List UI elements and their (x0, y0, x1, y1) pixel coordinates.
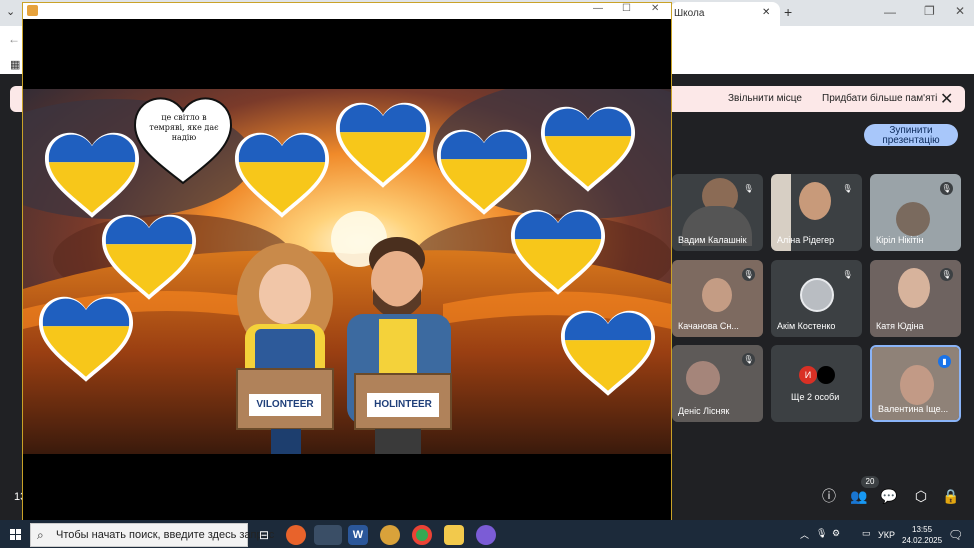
restore-icon[interactable]: ❐ (924, 4, 935, 18)
task-view-icon[interactable]: ⊟ (254, 525, 274, 545)
chrome-icon[interactable] (412, 525, 432, 545)
participant-tile[interactable]: 🎙 Аліна Рідегер (771, 174, 862, 251)
language-indicator[interactable]: УКР (878, 530, 895, 540)
app-icon[interactable] (380, 525, 400, 545)
search-placeholder: Чтобы начать поиск, введите здесь запрос (56, 529, 275, 541)
tray-chevron-icon[interactable]: ︿ (800, 528, 809, 541)
tab-school[interactable]: Школа ✕ (670, 2, 780, 26)
close-icon[interactable]: ✕ (955, 4, 965, 18)
windows-start-icon[interactable] (10, 528, 22, 546)
file-explorer-icon[interactable] (444, 525, 464, 545)
participant-tile[interactable]: ▮ Валентина Іще... (870, 345, 961, 422)
tab-search-icon[interactable]: ⌄ (6, 5, 15, 18)
participant-tile[interactable]: 🎙 Вадим Калашнік (672, 174, 763, 251)
network-icon[interactable]: ⚙ (832, 528, 840, 539)
info-icon[interactable]: ⓘ (818, 485, 840, 507)
volunteer-girl (236, 243, 334, 454)
banner-close-icon[interactable]: ✕ (940, 89, 953, 109)
participant-tile[interactable]: И Ще 2 особи (771, 345, 862, 422)
mic-off-icon: 🎙 (940, 268, 953, 281)
slide: це світло в темряві, яке дає надію VILON… (23, 89, 671, 454)
slide-illustration (23, 89, 671, 454)
chat-icon[interactable]: 💬 (878, 485, 900, 507)
free-space-button[interactable]: Звільнити місце (728, 93, 802, 104)
participant-name: Валентина Іще... (878, 404, 949, 414)
viber-icon[interactable] (476, 525, 496, 545)
back-icon[interactable]: ← (8, 32, 20, 46)
participant-name: Акім Костенко (777, 321, 836, 331)
mic-off-icon: 🎙 (841, 182, 854, 195)
participant-name: Ще 2 особи (791, 392, 840, 402)
participant-tile[interactable]: 🎙 Кіріл Нікітін (870, 174, 961, 251)
avatar: И (799, 366, 817, 384)
stop-presentation-button[interactable]: Зупинити презентацію (864, 124, 958, 146)
clock-time: 13:55 (912, 525, 933, 534)
firefox-icon[interactable] (286, 525, 306, 545)
box-label-left: VILONTEER (256, 399, 314, 410)
apps-icon[interactable]: ▦ (10, 58, 20, 71)
app-icon (27, 5, 38, 16)
clock-date: 24.02.2025 (902, 536, 943, 545)
avatar (817, 366, 835, 384)
notifications-icon[interactable]: 🗨 (948, 528, 963, 542)
close-icon[interactable]: ✕ (651, 3, 659, 14)
participant-name: Деніс Лісняк (678, 406, 730, 416)
participant-name: Катя Юдіна (876, 321, 924, 331)
slideshow-window: — ☐ ✕ це світло в темряві, яке дає надію… (22, 2, 672, 521)
avatar (800, 278, 834, 312)
slideshow-titlebar: — ☐ ✕ (23, 3, 671, 19)
meet-controls: ⓘ 👥 💬 ⬡ 🔒 (810, 485, 970, 511)
tab-label: Школа (674, 8, 705, 19)
activities-icon[interactable]: ⬡ (910, 485, 932, 507)
clock[interactable]: 13:55 24.02.2025 (902, 524, 942, 546)
tab-close-icon[interactable]: ✕ (762, 7, 770, 18)
participant-tile[interactable]: 🎙 Акім Костенко (771, 260, 862, 337)
participant-name: Аліна Рідегер (777, 235, 835, 245)
minimize-icon[interactable]: — (884, 5, 896, 19)
mic-icon[interactable]: 🎙 (816, 528, 827, 539)
mic-off-icon: 🎙 (940, 182, 953, 195)
buy-memory-button[interactable]: Придбати більше пам'яті (822, 93, 937, 104)
speaking-icon: ▮ (938, 355, 951, 368)
participant-name: Кіріл Нікітін (876, 235, 924, 245)
search-icon: ⌕ (37, 528, 44, 542)
minimize-icon[interactable]: — (593, 3, 603, 14)
participant-tile[interactable]: 🎙 Качанова Сн... (672, 260, 763, 337)
mic-off-icon: 🎙 (742, 353, 755, 366)
participant-tile[interactable]: 🎙 Катя Юдіна (870, 260, 961, 337)
people-icon[interactable]: 👥 (848, 485, 870, 507)
battery-icon[interactable]: ▭ (862, 528, 871, 539)
speech-bubble-text: це світло в темряві, яке дає надію (149, 113, 219, 142)
box-label-right: HOLINTEER (374, 399, 432, 410)
participant-tile[interactable]: 🎙 Деніс Лісняк (672, 345, 763, 422)
mic-off-icon: 🎙 (742, 268, 755, 281)
maximize-icon[interactable]: ☐ (622, 3, 631, 14)
word-icon[interactable]: W (348, 525, 368, 545)
host-controls-icon[interactable]: 🔒 (940, 485, 962, 507)
participant-name: Качанова Сн... (678, 321, 739, 331)
slideshow-app-icon[interactable] (314, 525, 342, 545)
participant-count-badge: 20 (861, 476, 879, 488)
mic-off-icon: 🎙 (841, 268, 854, 281)
new-tab-button[interactable]: + (784, 4, 792, 20)
participant-name: Вадим Калашнік (678, 235, 747, 245)
mic-off-icon: 🎙 (742, 182, 755, 195)
